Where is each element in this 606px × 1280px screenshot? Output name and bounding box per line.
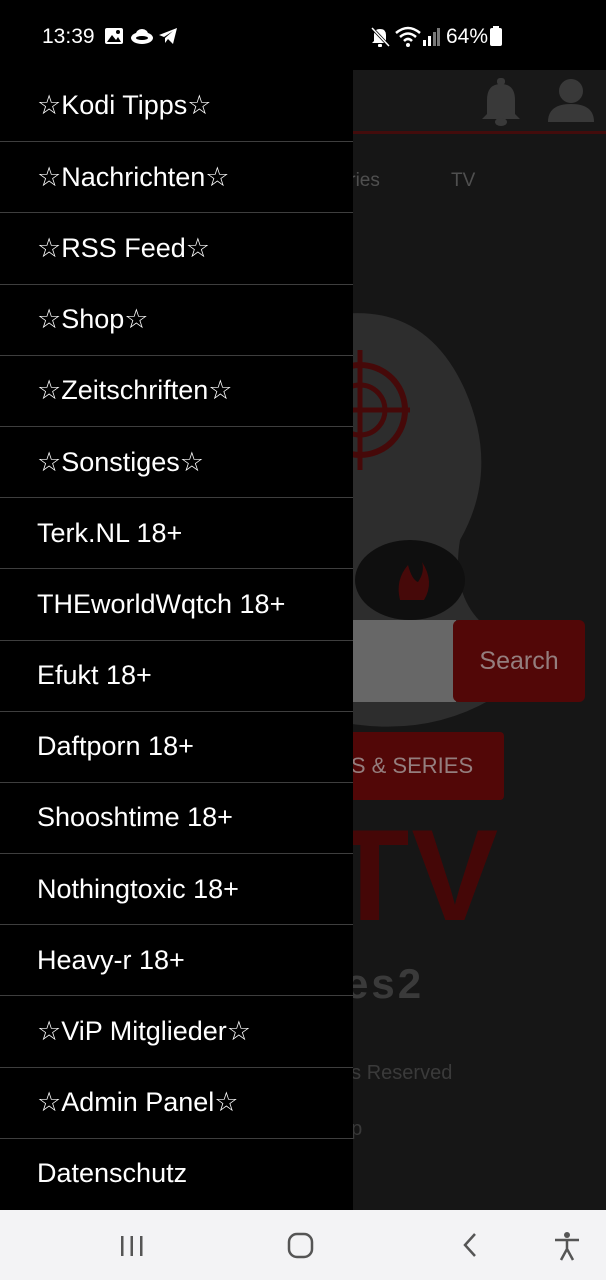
drawer-item-vip-mitglieder[interactable]: ☆ViP Mitglieder☆ [0,995,353,1066]
drawer-item-datenschutz[interactable]: Datenschutz [0,1137,353,1209]
status-time: 13:39 [42,25,95,48]
drawer-item-heavy-r[interactable]: Heavy-r 18+ [0,924,353,995]
battery-percentage: 64% [446,25,489,48]
drawer-item-nachrichten[interactable]: ☆Nachrichten☆ [0,141,353,212]
signal-icon [422,26,440,51]
image-icon [104,26,124,51]
telegram-icon [158,26,178,51]
back-icon[interactable] [457,1230,485,1265]
drawer-item-nothingtoxic[interactable]: Nothingtoxic 18+ [0,853,353,924]
drawer-item-terk-nl[interactable]: Terk.NL 18+ [0,497,353,568]
drawer-item-theworldwqtch[interactable]: THEworldWqtch 18+ [0,568,353,639]
drawer-item-kodi-tipps[interactable]: ☆Kodi Tipps☆ [0,70,353,141]
drawer-item-admin-panel[interactable]: ☆Admin Panel☆ [0,1066,353,1138]
drawer-item-daftporn[interactable]: Daftporn 18+ [0,710,353,782]
accessibility-icon[interactable] [552,1230,582,1267]
cloud-icon [130,26,154,51]
drawer-item-efukt[interactable]: Efukt 18+ [0,639,353,711]
recent-apps-icon[interactable] [118,1230,146,1265]
drawer-item-rss-feed[interactable]: ☆RSS Feed☆ [0,212,353,283]
drawer-item-zeitschriften[interactable]: ☆Zeitschriften☆ [0,354,353,426]
navigation-drawer: ☆Kodi Tipps☆ ☆Nachrichten☆ ☆RSS Feed☆ ☆S… [0,70,353,1210]
drawer-item-sonstiges[interactable]: ☆Sonstiges☆ [0,425,353,497]
mute-icon [370,26,391,53]
drawer-item-shooshtime[interactable]: Shooshtime 18+ [0,781,353,853]
battery-icon [490,26,502,51]
status-bar: 13:39 64% [0,0,606,70]
home-icon[interactable] [286,1230,316,1265]
system-navigation-bar [0,1210,606,1280]
wifi-icon [395,26,421,53]
drawer-item-shop[interactable]: ☆Shop☆ [0,283,353,355]
